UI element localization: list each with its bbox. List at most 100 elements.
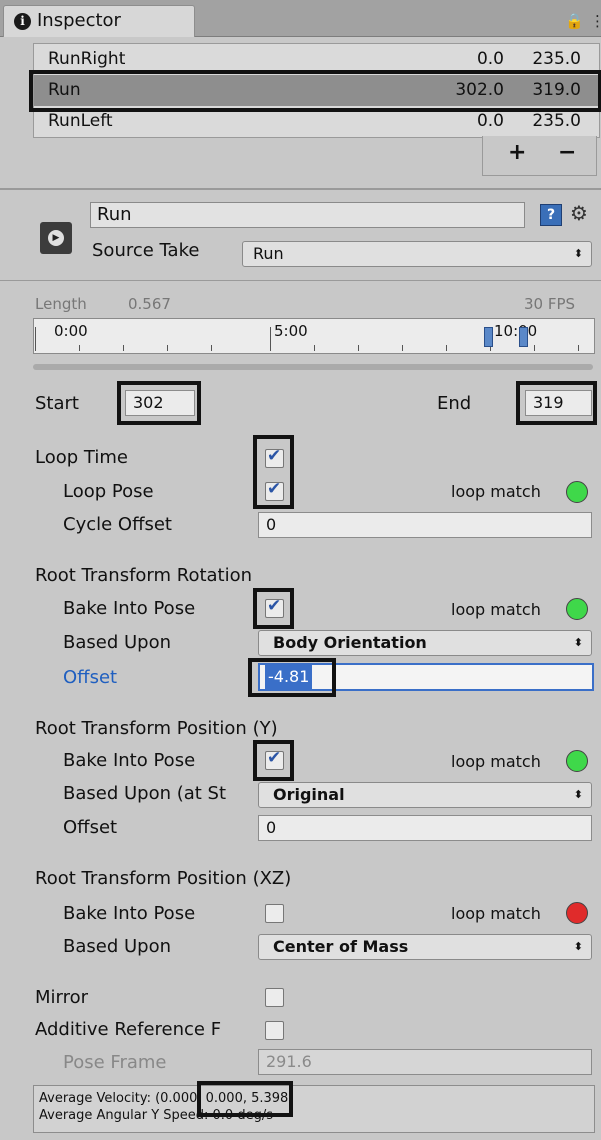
cycle-offset-label: Cycle Offset [63, 514, 172, 535]
timeline-scrollbar[interactable] [33, 364, 593, 370]
length-value: 0.567 [128, 295, 171, 313]
section-header-position-xz: Root Transform Position (XZ) [35, 868, 292, 889]
loop-match-indicator-red [566, 902, 588, 924]
add-clip-button[interactable]: + [508, 140, 526, 165]
highlight-box-velocity-x [197, 1081, 293, 1117]
chevron-updown-icon: ⬍ [573, 940, 583, 953]
pose-frame-field: 291.6 [258, 1049, 592, 1075]
position-y-based-upon-dropdown[interactable]: Original ⬍ [258, 782, 592, 808]
divider [0, 280, 601, 281]
clip-name-field[interactable]: Run [90, 202, 525, 228]
source-take-label: Source Take [92, 240, 200, 261]
tick-label: 0:00 [54, 322, 88, 340]
divider [0, 188, 601, 190]
tick [35, 327, 36, 351]
pose-frame-label: Pose Frame [63, 1052, 167, 1073]
tab-bar: i Inspector 🔒 ⋮ [0, 0, 601, 37]
cycle-offset-value: 0 [266, 515, 277, 534]
rotation-based-upon-value: Body Orientation [273, 633, 427, 652]
loop-match-label: loop match [451, 904, 541, 923]
position-y-based-upon-value: Original [273, 785, 345, 804]
tick [402, 345, 403, 351]
lock-icon[interactable]: 🔒 [565, 12, 584, 30]
fps-label: 30 FPS [524, 295, 576, 313]
position-y-based-upon-label: Based Upon (at St [63, 783, 227, 804]
velocity-info-box: Average Velocity: (0.000, 0.000, 5.398) … [33, 1085, 595, 1133]
position-xz-bake-label: Bake Into Pose [63, 903, 196, 924]
start-label: Start [35, 393, 79, 414]
rotation-offset-label: Offset [63, 667, 118, 688]
loop-match-indicator-green [566, 598, 588, 620]
position-xz-based-upon-dropdown[interactable]: Center of Mass ⬍ [258, 934, 592, 960]
tick [167, 345, 168, 351]
loop-match-label: loop match [451, 752, 541, 771]
position-y-offset-field[interactable]: 0 [258, 815, 592, 841]
tick [123, 345, 124, 351]
loop-match-label: loop match [451, 482, 541, 501]
clip-name: RunRight [48, 49, 126, 69]
inspector-window: i Inspector 🔒 ⋮ RunRight 0.0 235.0 Run 3… [0, 0, 601, 1140]
tick [270, 327, 271, 351]
position-xz-based-upon-label: Based Upon [63, 936, 171, 957]
highlight-box-loop-checkboxes [253, 435, 294, 509]
clip-end: 235.0 [532, 49, 581, 69]
section-header-rotation: Root Transform Rotation [35, 565, 253, 586]
range-end-handle[interactable] [519, 327, 528, 347]
section-header-position-y: Root Transform Position (Y) [35, 718, 278, 739]
loop-match-indicator-green [566, 750, 588, 772]
tick [534, 345, 535, 351]
length-label: Length [35, 295, 87, 313]
tick [578, 345, 579, 351]
rotation-based-upon-label: Based Upon [63, 632, 171, 653]
tick-label: 10:00 [494, 322, 538, 340]
chevron-updown-icon: ⬍ [573, 247, 583, 260]
rotation-bake-label: Bake Into Pose [63, 598, 196, 619]
tick [211, 345, 212, 351]
source-take-dropdown[interactable]: Run ⬍ [242, 241, 592, 267]
gear-icon[interactable]: ⚙ [570, 201, 588, 225]
highlight-box-end [516, 381, 597, 425]
clip-name: RunLeft [48, 111, 113, 131]
highlight-box-selected-clip [29, 70, 601, 112]
end-label: End [437, 393, 472, 414]
chevron-updown-icon: ⬍ [573, 788, 583, 801]
cycle-offset-field[interactable]: 0 [258, 512, 592, 538]
mirror-checkbox[interactable] [265, 988, 284, 1007]
preview-play-button[interactable]: ▶ [40, 222, 72, 254]
chevron-updown-icon: ⬍ [573, 636, 583, 649]
clip-end: 235.0 [532, 111, 581, 131]
remove-clip-button[interactable]: − [558, 140, 576, 165]
range-start-handle[interactable] [484, 327, 493, 347]
tick [314, 345, 315, 351]
highlight-box-position-y-bake [253, 740, 294, 781]
rotation-based-upon-dropdown[interactable]: Body Orientation ⬍ [258, 630, 592, 656]
tick [79, 345, 80, 351]
source-take-value: Run [253, 244, 284, 263]
play-icon: ▶ [48, 230, 64, 246]
tab-menu-icon[interactable]: ⋮ [590, 12, 601, 30]
clip-start: 0.0 [476, 49, 504, 69]
help-icon[interactable]: ? [540, 204, 562, 226]
additive-reference-label: Additive Reference F [35, 1019, 222, 1040]
position-y-bake-label: Bake Into Pose [63, 750, 196, 771]
info-icon: i [14, 13, 31, 30]
tick [358, 345, 359, 351]
tab-inspector[interactable]: i Inspector [3, 5, 195, 37]
loop-match-indicator-green [566, 481, 588, 503]
tick [446, 345, 447, 351]
timeline-ruler[interactable]: 0:00 5:00 10:00 [33, 318, 595, 354]
position-y-offset-label: Offset [63, 817, 118, 838]
tab-title: Inspector [37, 10, 121, 31]
position-xz-bake-checkbox[interactable] [265, 904, 284, 923]
additive-reference-checkbox[interactable] [265, 1021, 284, 1040]
clip-start: 0.0 [476, 111, 504, 131]
tick-label: 5:00 [274, 322, 308, 340]
highlight-box-rotation-bake [253, 588, 294, 629]
loop-pose-label: Loop Pose [63, 481, 154, 502]
clip-add-remove-bar: + − [482, 136, 597, 176]
highlight-box-rotation-offset [248, 658, 336, 697]
mirror-label: Mirror [35, 987, 89, 1008]
highlight-box-start [117, 381, 201, 425]
position-xz-based-upon-value: Center of Mass [273, 937, 409, 956]
pose-frame-value: 291.6 [266, 1052, 312, 1071]
